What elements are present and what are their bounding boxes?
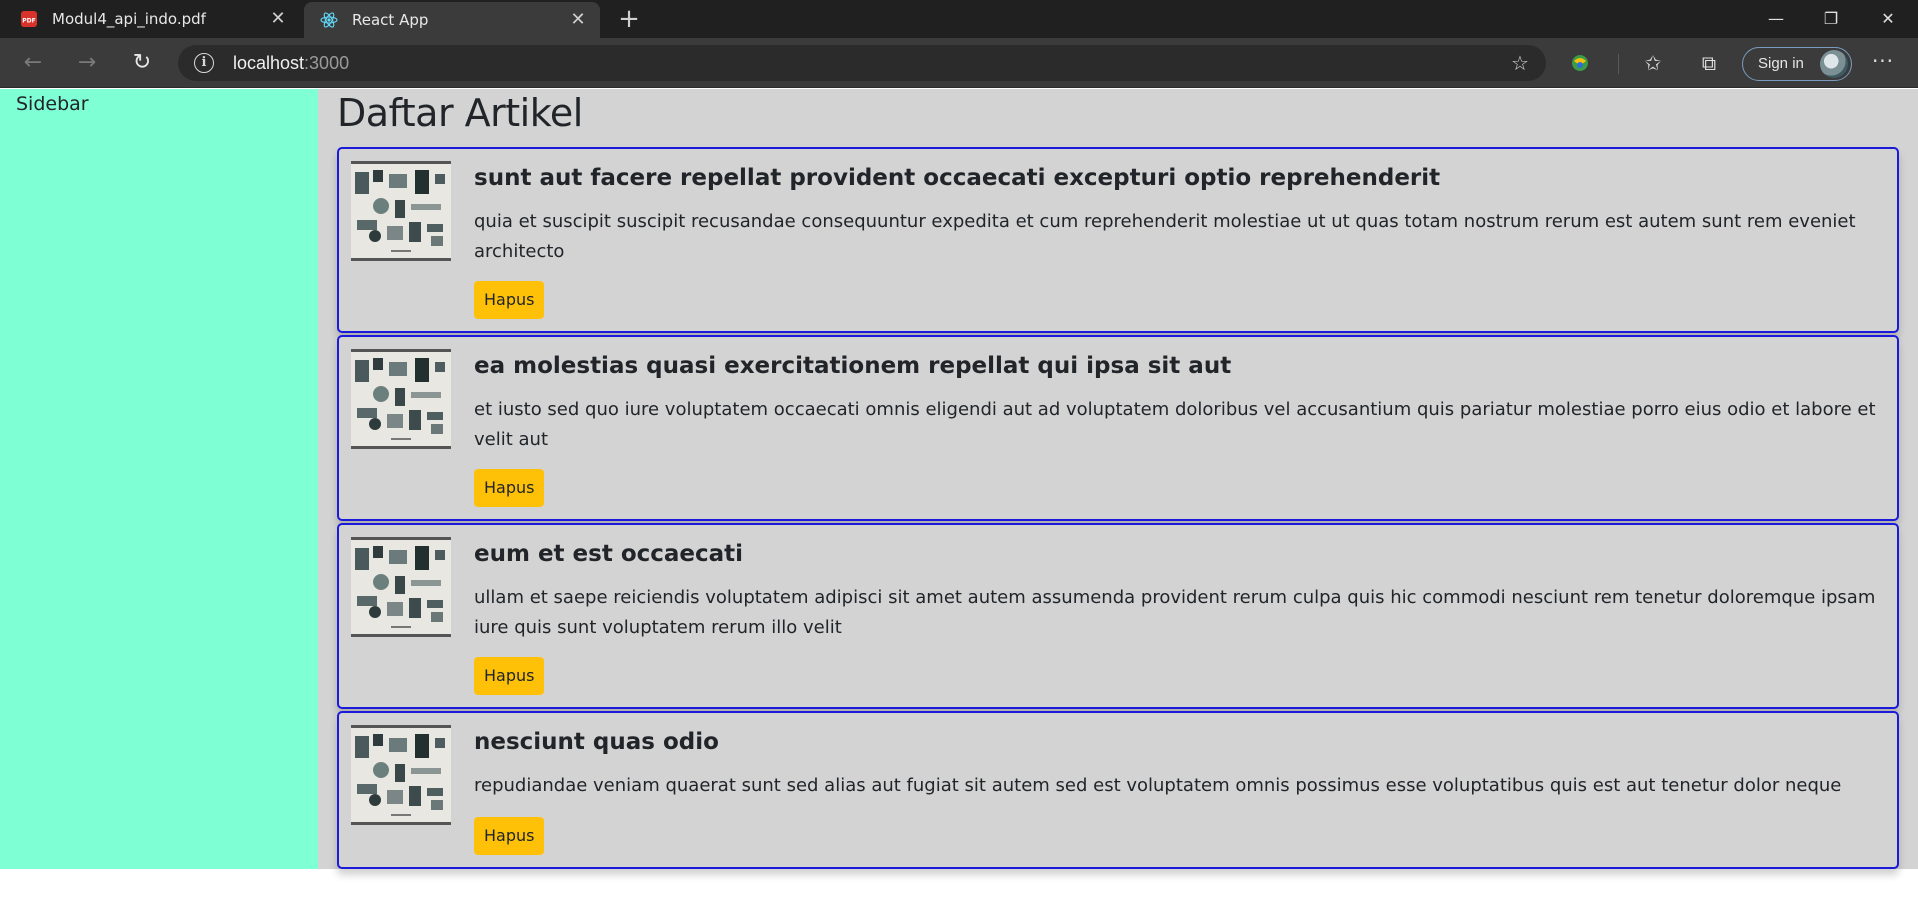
restore-icon[interactable]: ❐ xyxy=(1804,0,1858,38)
browser-nav-bar: ← → ↻ i localhost:3000 ☆ ✩ ⧉ Sign in ··· xyxy=(0,38,1918,88)
article-title: eum et est occaecati xyxy=(474,541,744,567)
sign-in-button[interactable]: Sign in xyxy=(1742,47,1852,81)
article-title: sunt aut facere repellat provident occae… xyxy=(474,165,1441,191)
minimize-icon[interactable]: — xyxy=(1749,0,1803,38)
article-card: sunt aut facere repellat provident occae… xyxy=(337,147,1899,333)
svg-text:PDF: PDF xyxy=(22,18,35,25)
tab-title: Modul4_api_indo.pdf xyxy=(52,10,206,28)
tab-react-app[interactable]: React App ✕ xyxy=(304,2,600,38)
thumbnail-image-icon xyxy=(351,352,451,446)
delete-button[interactable]: Hapus xyxy=(474,281,545,319)
url-port: :3000 xyxy=(304,53,350,73)
article-body: eum et est occaecati ullam et saepe reic… xyxy=(474,539,1885,643)
toolbar-divider xyxy=(1618,54,1619,74)
site-info-icon[interactable]: i xyxy=(194,53,214,73)
article-body: ea molestias quasi exercitationem repell… xyxy=(474,351,1885,455)
favorites-icon[interactable]: ✩ xyxy=(1640,50,1666,76)
delete-button[interactable]: Hapus xyxy=(474,657,545,695)
thumbnail-image-icon xyxy=(351,540,451,634)
article-body: nesciunt quas odio repudiandae veniam qu… xyxy=(474,727,1885,801)
thumbnail-image-icon xyxy=(351,728,451,822)
more-options-icon[interactable]: ··· xyxy=(1868,50,1898,76)
page-title: Daftar Artikel xyxy=(337,91,583,135)
thumbnail-image-icon xyxy=(351,164,451,258)
add-favorite-icon[interactable]: ☆ xyxy=(1508,51,1532,75)
tab-pdf[interactable]: PDF Modul4_api_indo.pdf ✕ xyxy=(0,0,300,38)
article-thumbnail xyxy=(351,161,451,261)
sidebar-label: Sidebar xyxy=(16,93,89,115)
new-tab-button[interactable]: + xyxy=(614,4,644,34)
tab-title: React App xyxy=(352,11,429,29)
article-title: ea molestias quasi exercitationem repell… xyxy=(474,353,1232,379)
main-content: Daftar Artikel sunt aut facere repellat … xyxy=(318,89,1918,869)
article-thumbnail xyxy=(351,537,451,637)
url-host: localhost xyxy=(233,53,305,73)
close-window-icon[interactable]: ✕ xyxy=(1861,0,1915,38)
delete-button[interactable]: Hapus xyxy=(474,469,545,507)
collections-icon[interactable]: ⧉ xyxy=(1696,50,1722,76)
address-bar[interactable]: i localhost:3000 ☆ xyxy=(178,45,1546,81)
article-body: sunt aut facere repellat provident occae… xyxy=(474,163,1885,267)
close-tab-icon[interactable]: ✕ xyxy=(568,10,588,30)
extension-icon[interactable] xyxy=(1568,51,1592,75)
article-thumbnail xyxy=(351,349,451,449)
article-text: et iusto sed quo iure voluptatem occaeca… xyxy=(474,399,1876,450)
article-card: eum et est occaecati ullam et saepe reic… xyxy=(337,523,1899,709)
article-card: ea molestias quasi exercitationem repell… xyxy=(337,335,1899,521)
browser-tab-bar: PDF Modul4_api_indo.pdf ✕ React App ✕ + … xyxy=(0,0,1918,38)
refresh-icon[interactable]: ↻ xyxy=(125,46,159,80)
sign-in-label: Sign in xyxy=(1758,55,1804,72)
back-arrow-icon[interactable]: ← xyxy=(16,46,50,80)
article-text: repudiandae veniam quaerat sunt sed alia… xyxy=(474,775,1842,796)
pdf-icon: PDF xyxy=(21,11,37,27)
avatar xyxy=(1820,50,1848,78)
close-tab-icon[interactable]: ✕ xyxy=(268,9,288,29)
article-text: ullam et saepe reiciendis voluptatem adi… xyxy=(474,587,1876,638)
page-viewport: Sidebar Daftar Artikel sunt aut facere r… xyxy=(0,89,1918,915)
react-icon xyxy=(320,12,338,28)
forward-arrow-icon[interactable]: → xyxy=(70,46,104,80)
sidebar: Sidebar xyxy=(0,89,318,869)
article-text: quia et suscipit suscipit recusandae con… xyxy=(474,211,1856,262)
article-thumbnail xyxy=(351,725,451,825)
url-text[interactable]: localhost:3000 xyxy=(233,53,349,74)
article-card: nesciunt quas odio repudiandae veniam qu… xyxy=(337,711,1899,869)
article-title: nesciunt quas odio xyxy=(474,729,719,755)
delete-button[interactable]: Hapus xyxy=(474,817,545,855)
